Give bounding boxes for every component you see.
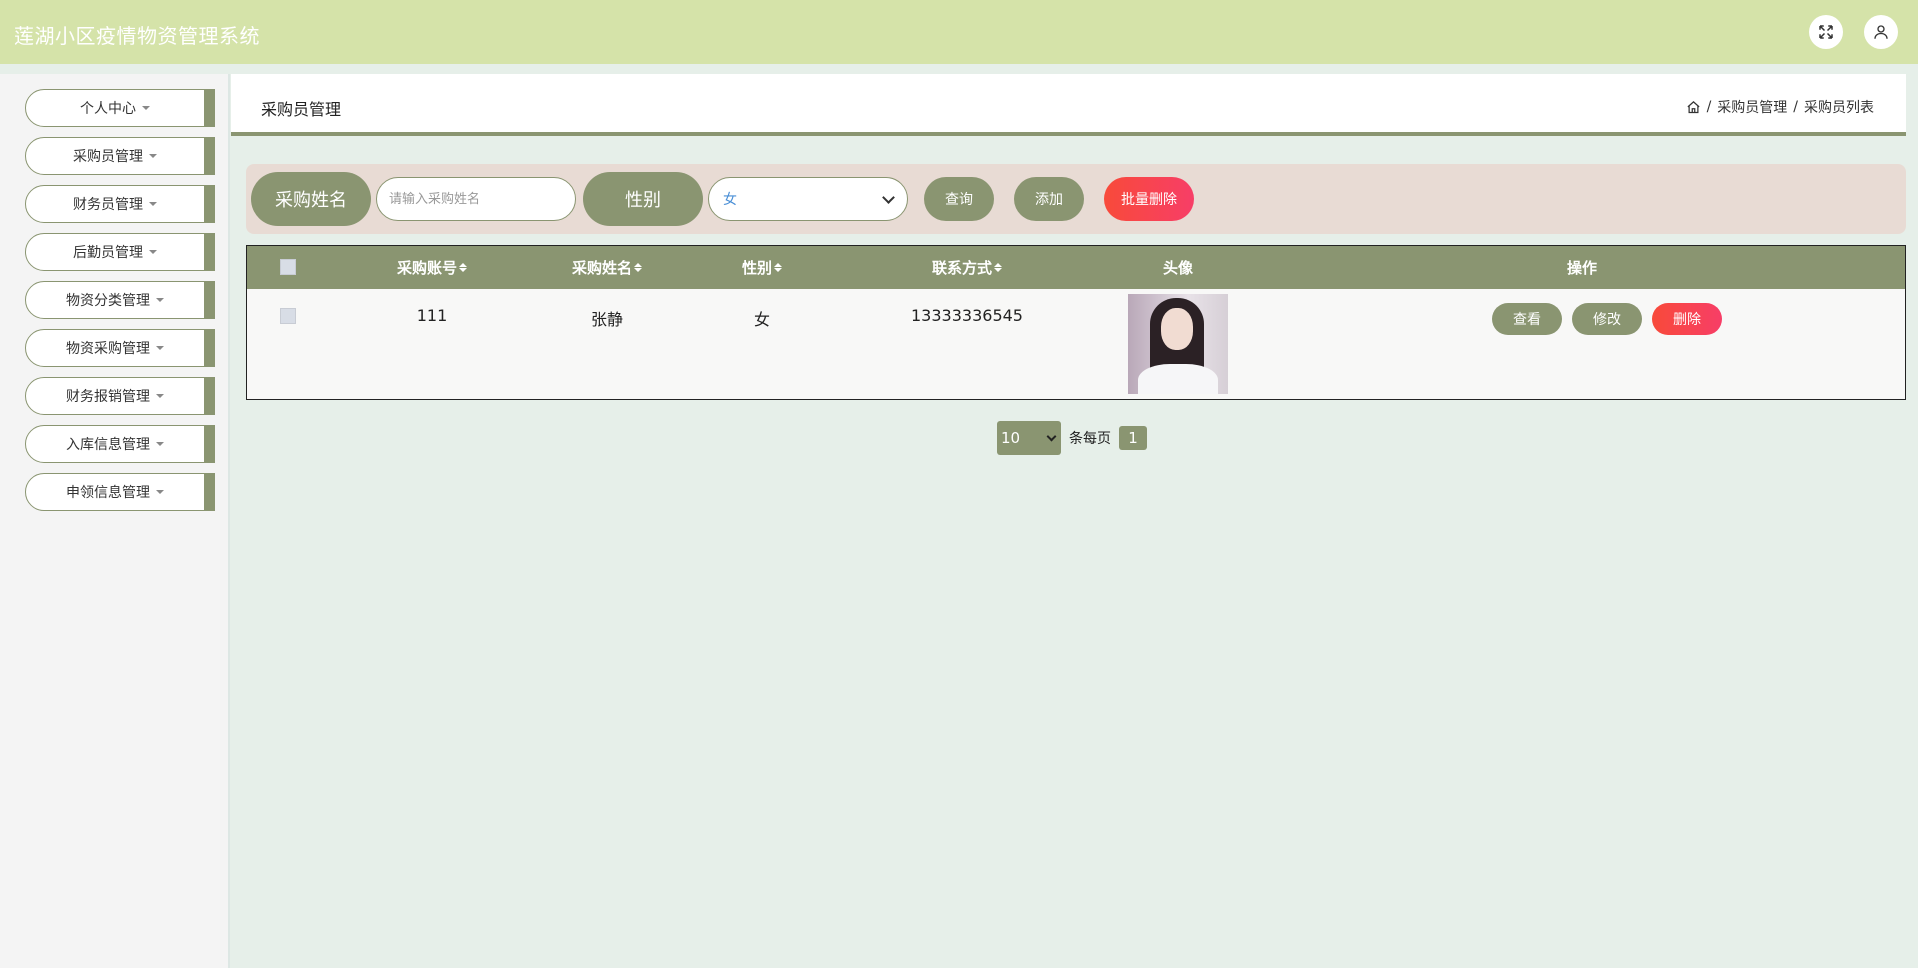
sidebar-item-reimbursement-management[interactable]: 财务报销管理 — [25, 377, 215, 415]
page-title: 采购员管理 — [261, 100, 342, 119]
caret-down-icon — [156, 346, 164, 350]
sidebar-item-logistics-management[interactable]: 后勤员管理 — [25, 233, 215, 271]
fullscreen-button[interactable] — [1809, 15, 1843, 49]
breadcrumb-item-level2: 采购员列表 — [1804, 100, 1874, 116]
row-checkbox[interactable] — [280, 308, 296, 324]
caret-down-icon — [156, 442, 164, 446]
sort-icon — [634, 263, 642, 272]
cell-name: 张静 — [590, 310, 623, 329]
caret-down-icon — [156, 394, 164, 398]
search-panel: 采购姓名 性别 女 查询 添加 批量删除 — [246, 164, 1906, 234]
page-size-value: 10 — [1001, 429, 1021, 447]
column-header-account[interactable]: 采购账号 — [357, 246, 507, 289]
sort-icon — [994, 263, 1002, 272]
sidebar-item-label: 入库信息管理 — [66, 437, 150, 453]
caret-down-icon — [156, 298, 164, 302]
chevron-down-icon — [882, 190, 895, 204]
breadcrumb: / 采购员管理 / 采购员列表 — [1686, 97, 1874, 117]
sidebar-item-inbound-management[interactable]: 入库信息管理 — [25, 425, 215, 463]
edit-button[interactable]: 修改 — [1572, 303, 1642, 335]
sort-icon — [774, 263, 782, 272]
breadcrumb-separator: / — [1793, 99, 1798, 115]
select-all-checkbox[interactable] — [280, 259, 296, 275]
sidebar-item-requisition-management[interactable]: 申领信息管理 — [25, 473, 215, 511]
caret-down-icon — [149, 154, 157, 158]
user-icon — [1874, 25, 1888, 39]
purchaser-table: 采购账号 采购姓名 性别 联系方式 头像 操作 111 张静 女 1333333… — [246, 245, 1906, 400]
sidebar-item-personal-center[interactable]: 个人中心 — [25, 89, 215, 127]
sidebar-item-label: 财务员管理 — [73, 197, 143, 213]
sidebar-item-purchaser-management[interactable]: 采购员管理 — [25, 137, 215, 175]
add-button[interactable]: 添加 — [1014, 177, 1084, 221]
sidebar-item-finance-management[interactable]: 财务员管理 — [25, 185, 215, 223]
sidebar-item-label: 物资采购管理 — [66, 341, 150, 357]
name-search-input[interactable] — [376, 177, 576, 221]
batch-delete-button[interactable]: 批量删除 — [1104, 177, 1194, 221]
page-number-button[interactable]: 1 — [1119, 426, 1147, 450]
app-title: 莲湖小区疫情物资管理系统 — [14, 24, 260, 48]
column-header-gender[interactable]: 性别 — [712, 246, 812, 289]
name-filter-label: 采购姓名 — [251, 172, 371, 226]
sidebar-item-label: 物资分类管理 — [66, 293, 150, 309]
sidebar-item-label: 采购员管理 — [73, 149, 143, 165]
sidebar-item-label: 后勤员管理 — [73, 245, 143, 261]
avatar[interactable] — [1128, 294, 1228, 394]
sort-icon — [459, 263, 467, 272]
column-header-actions: 操作 — [1566, 259, 1597, 277]
table-header: 采购账号 采购姓名 性别 联系方式 头像 操作 — [247, 246, 1905, 289]
cell-phone: 13333336545 — [911, 306, 1023, 325]
page-header: 采购员管理 / 采购员管理 / 采购员列表 — [231, 74, 1906, 136]
view-button[interactable]: 查看 — [1492, 303, 1562, 335]
home-icon[interactable] — [1686, 100, 1701, 115]
caret-down-icon — [149, 202, 157, 206]
user-menu-button[interactable] — [1864, 15, 1898, 49]
sidebar-item-category-management[interactable]: 物资分类管理 — [25, 281, 215, 319]
column-header-name[interactable]: 采购姓名 — [532, 246, 682, 289]
gender-select[interactable]: 女 — [708, 177, 908, 221]
sidebar: 个人中心 采购员管理 财务员管理 后勤员管理 物资分类管理 物资采购管理 财务报… — [0, 74, 230, 968]
top-bar: 莲湖小区疫情物资管理系统 — [0, 0, 1918, 64]
sidebar-item-label: 个人中心 — [80, 101, 136, 117]
per-page-label: 条每页 — [1069, 431, 1111, 447]
gender-filter-label: 性别 — [583, 172, 703, 226]
sidebar-item-label: 财务报销管理 — [66, 389, 150, 405]
fullscreen-icon — [1819, 25, 1833, 39]
pagination: 10 条每页 1 — [997, 421, 1147, 455]
breadcrumb-item-level1[interactable]: 采购员管理 — [1717, 97, 1787, 117]
cell-account: 111 — [416, 306, 448, 325]
cell-gender: 女 — [753, 310, 770, 329]
gender-select-value: 女 — [723, 192, 737, 208]
sidebar-item-procurement-management[interactable]: 物资采购管理 — [25, 329, 215, 367]
caret-down-icon — [156, 490, 164, 494]
caret-down-icon — [142, 106, 150, 110]
query-button[interactable]: 查询 — [924, 177, 994, 221]
breadcrumb-separator: / — [1706, 99, 1712, 115]
column-header-phone[interactable]: 联系方式 — [867, 246, 1067, 289]
caret-down-icon — [149, 250, 157, 254]
page-size-select[interactable]: 10 — [997, 421, 1061, 455]
sidebar-item-label: 申领信息管理 — [66, 485, 150, 501]
delete-button[interactable]: 删除 — [1652, 303, 1722, 335]
column-header-avatar: 头像 — [1162, 259, 1193, 277]
chevron-down-icon — [1046, 431, 1057, 441]
